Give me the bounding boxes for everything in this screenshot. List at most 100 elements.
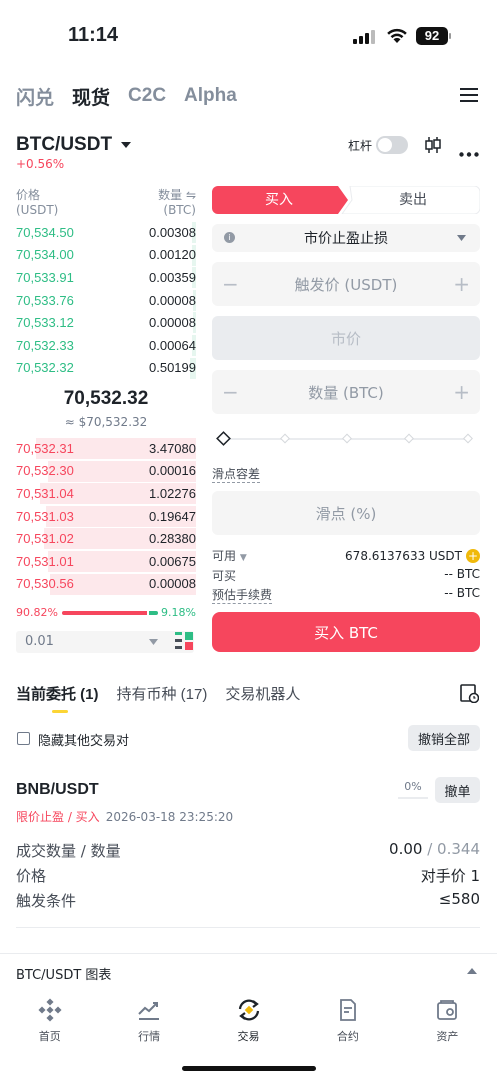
tab-trading-bots[interactable]: 交易机器人 <box>225 683 300 704</box>
buy-submit-button[interactable]: 买入 BTC <box>212 612 480 652</box>
nav-home[interactable]: 首页 <box>0 994 99 1054</box>
pair-selector[interactable]: BTC/USDT <box>16 134 132 156</box>
tab-holdings[interactable]: 持有币种 (17) <box>117 683 208 704</box>
orderbook-row-lower[interactable]: 70,531.02 0.28380 <box>16 527 196 550</box>
available-label[interactable]: 可用 ▼ <box>212 547 247 564</box>
price-header: 价格 (USDT) <box>16 188 58 218</box>
more-icon[interactable] <box>459 142 479 161</box>
slippage-field[interactable]: 滑点 (%) <box>212 491 480 535</box>
chart-panel-label: BTC/USDT 图表 <box>16 968 112 983</box>
trigger-price-field[interactable]: − 触发价 (USDT) + <box>212 262 480 306</box>
nav-home-label: 首页 <box>38 1030 61 1043</box>
order-filled-row: 成交数量 / 数量 0.00 / 0.344 <box>16 840 480 861</box>
orderbook-qty: 0.00675 <box>149 553 196 569</box>
can-buy-value: -- BTC <box>444 567 480 581</box>
orderbook-price: 70,532.30 <box>16 463 74 479</box>
bottom-nav: 首页 行情 交易 合约 资产 <box>0 994 497 1054</box>
top-tabs: 闪兑 现货 C2C Alpha <box>16 82 237 110</box>
orderbook-row-upper[interactable]: 70,534.50 0.00308 <box>16 221 196 244</box>
price-header-unit: (USDT) <box>16 203 59 217</box>
order-type-select[interactable]: i 市价止盈止损 <box>212 224 480 252</box>
orderbook-row-lower[interactable]: 70,532.31 3.47080 <box>16 437 196 460</box>
orderbook-row-lower[interactable]: 70,531.03 0.19647 <box>16 505 196 528</box>
buy-tab[interactable]: 买入 <box>212 186 346 214</box>
orderbook-row-upper[interactable]: 70,533.91 0.00359 <box>16 266 196 289</box>
tab-open-orders[interactable]: 当前委托 (1) <box>16 683 99 704</box>
battery-tip <box>449 33 451 39</box>
caret-up-icon <box>467 968 477 974</box>
orderbook-row-lower[interactable]: 70,531.04 1.02276 <box>16 482 196 505</box>
orderbook-row-lower[interactable]: 70,530.56 0.00008 <box>16 573 196 596</box>
market-price-field: 市价 <box>212 316 480 360</box>
order-time: 2026-03-18 23:25:20 <box>105 809 234 824</box>
orderbook-qty: 0.19647 <box>149 508 196 524</box>
swap-icon: ⇋ <box>185 188 196 202</box>
orderbook-price: 70,532.32 <box>16 360 74 376</box>
hide-others-label[interactable]: 隐藏其他交易对 <box>38 730 129 749</box>
qty-header-label[interactable]: 数量 ⇋ <box>140 188 196 203</box>
can-buy-label: 可买 <box>212 569 237 583</box>
nav-assets[interactable]: 资产 <box>398 994 497 1054</box>
candlestick-icon[interactable] <box>424 136 442 158</box>
can-buy-row: 可买 -- BTC <box>212 567 480 584</box>
orderbook-layout-icon[interactable] <box>175 632 193 654</box>
wallet-icon <box>437 1000 458 1020</box>
caret-down-icon: ▼ <box>239 553 247 563</box>
slippage-tolerance-label[interactable]: 滑点容差 <box>212 465 261 483</box>
tab-c2c[interactable]: C2C <box>128 85 166 107</box>
order-filled-label: 成交数量 / 数量 <box>16 842 121 860</box>
menu-icon[interactable] <box>460 87 478 107</box>
nav-markets-label: 行情 <box>138 1030 161 1043</box>
leverage-label: 杠杆 <box>348 139 373 153</box>
orderbook-row-lower[interactable]: 70,531.01 0.00675 <box>16 550 196 573</box>
tab-spot[interactable]: 现货 <box>72 83 110 110</box>
orderbook-row-lower[interactable]: 70,532.30 0.00016 <box>16 460 196 483</box>
order-filled-value: 0.00 / 0.344 <box>389 840 480 861</box>
ratio-bar-sell <box>149 611 158 615</box>
orderbook-price: 70,533.76 <box>16 292 74 308</box>
order-divider <box>16 927 480 928</box>
mid-price: 70,532.32 <box>63 388 149 409</box>
orderbook-row-upper[interactable]: 70,532.32 0.50199 <box>16 357 196 380</box>
mid-price-usd: ≈ $70,532.32 <box>64 415 148 429</box>
orderbook-row-upper[interactable]: 70,532.33 0.00064 <box>16 334 196 357</box>
hide-others-checkbox[interactable] <box>17 732 30 745</box>
chart-panel-bar[interactable]: BTC/USDT 图表 <box>0 953 497 989</box>
tab-convert[interactable]: 闪兑 <box>16 83 54 110</box>
amount-slider[interactable] <box>216 431 474 446</box>
orderbook-qty: 1.02276 <box>149 485 196 501</box>
sell-tab[interactable]: 卖出 <box>346 186 480 214</box>
nav-trade[interactable]: 交易 <box>199 994 298 1054</box>
est-fee-label[interactable]: 预估手续费 <box>212 586 273 604</box>
market-price-label: 市价 <box>330 329 361 348</box>
orderbook-row-upper[interactable]: 70,533.12 0.00008 <box>16 311 196 334</box>
decrease-icon[interactable]: − <box>222 272 239 296</box>
orderbook-qty: 0.00308 <box>149 224 196 240</box>
cancel-all-button[interactable]: 撤销全部 <box>408 725 480 751</box>
est-fee-row: 预估手续费 -- BTC <box>212 586 480 604</box>
increase-icon[interactable]: + <box>453 380 470 404</box>
order-fill-progress: 0% <box>398 780 428 799</box>
orderbook-qty: 0.00016 <box>149 463 196 479</box>
add-funds-icon[interactable]: + <box>466 548 480 563</box>
order-symbol[interactable]: BNB/USDT <box>16 781 99 799</box>
decrease-icon[interactable]: − <box>222 380 239 404</box>
orderbook-qty: 0.28380 <box>149 531 196 547</box>
orderbook-qty: 0.00008 <box>149 292 196 308</box>
orderbook-row-upper[interactable]: 70,533.76 0.00008 <box>16 289 196 312</box>
home-diamond-icon <box>38 998 62 1022</box>
status-time: 11:14 <box>68 24 119 46</box>
cancel-order-button[interactable]: 撤单 <box>435 777 480 803</box>
order-price-value: 对手价 1 <box>420 867 480 885</box>
orderbook-price: 70,532.33 <box>16 337 74 353</box>
market-chart-icon <box>138 1002 160 1020</box>
tab-alpha[interactable]: Alpha <box>184 85 237 107</box>
depth-step-select[interactable]: 0.01 <box>16 631 194 653</box>
orderbook-row-upper[interactable]: 70,534.00 0.00120 <box>16 244 196 267</box>
nav-markets[interactable]: 行情 <box>99 994 198 1054</box>
increase-icon[interactable]: + <box>453 272 470 296</box>
nav-futures[interactable]: 合约 <box>298 994 397 1054</box>
quantity-field[interactable]: − 数量 (BTC) + <box>212 370 480 414</box>
leverage-toggle[interactable] <box>376 136 408 154</box>
order-history-icon[interactable] <box>460 684 480 707</box>
